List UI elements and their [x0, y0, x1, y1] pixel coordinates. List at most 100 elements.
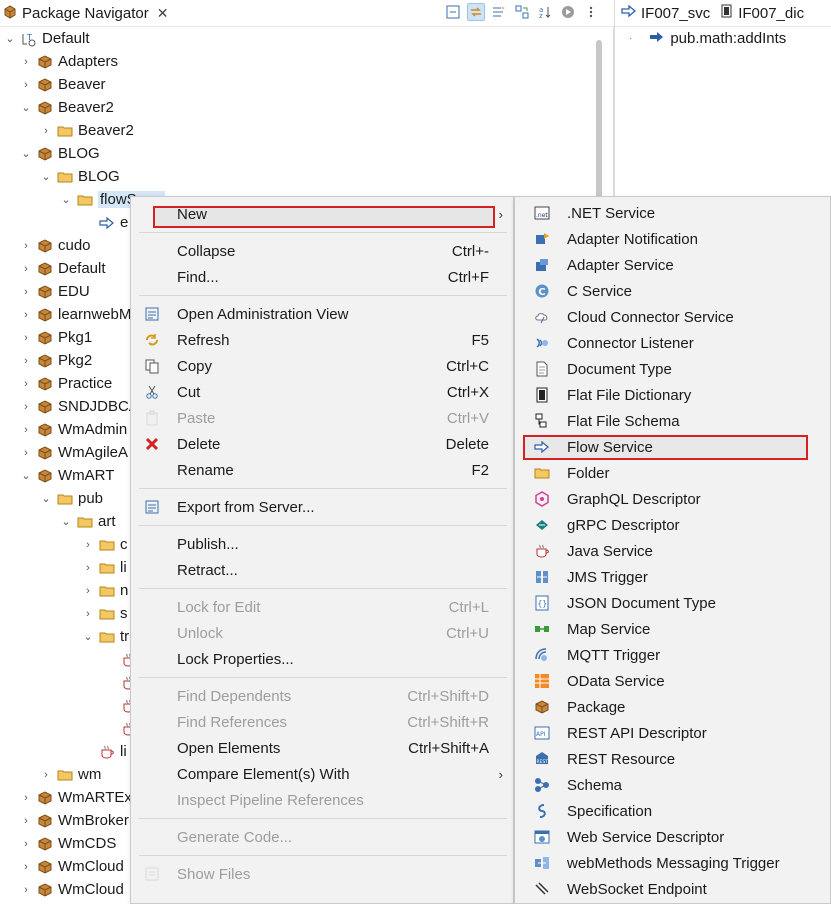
- chevron-down-icon[interactable]: ⌄: [20, 469, 32, 482]
- menu-item-export-from-server[interactable]: Export from Server...: [131, 494, 515, 520]
- menu-item-find[interactable]: Find... Ctrl+F: [131, 264, 515, 290]
- tree-node[interactable]: li: [82, 740, 127, 763]
- menu-item-open-administration-view[interactable]: Open Administration View: [131, 301, 515, 327]
- menu-item-open-elements[interactable]: Open Elements Ctrl+Shift+A: [131, 735, 515, 761]
- new-item-folder[interactable]: Folder: [515, 460, 831, 486]
- invoke-step[interactable]: · pub.math:addInts: [615, 30, 786, 47]
- new-item-c-service[interactable]: C C Service: [515, 278, 831, 304]
- chevron-down-icon[interactable]: ⌄: [40, 492, 52, 505]
- navigator-scrollbar[interactable]: [596, 40, 602, 200]
- new-item-mqtt-trigger[interactable]: MQTT Trigger: [515, 642, 831, 668]
- collapse-all-icon[interactable]: [444, 3, 462, 21]
- menu-item-compare-element-s-with[interactable]: Compare Element(s) With ›: [131, 761, 515, 787]
- new-item-map-service[interactable]: Map Service: [515, 616, 831, 642]
- refresh-icon[interactable]: [513, 3, 531, 21]
- new-item-java-service[interactable]: Java Service: [515, 538, 831, 564]
- tree-node[interactable]: › Pkg1: [20, 326, 92, 349]
- chevron-right-icon[interactable]: ›: [20, 332, 32, 344]
- tree-node[interactable]: › learnwebM: [20, 303, 131, 326]
- menu-item-cut[interactable]: Cut Ctrl+X: [131, 379, 515, 405]
- new-item-graphql-descriptor[interactable]: GraphQL Descriptor: [515, 486, 831, 512]
- menu-item-rename[interactable]: Rename F2: [131, 457, 515, 483]
- chevron-right-icon[interactable]: ›: [82, 539, 94, 551]
- chevron-right-icon[interactable]: ›: [20, 263, 32, 275]
- chevron-right-icon[interactable]: ›: [20, 286, 32, 298]
- tree-node[interactable]: › Practice: [20, 372, 112, 395]
- tree-node[interactable]: › Pkg2: [20, 349, 92, 372]
- tree-node[interactable]: › wm: [40, 763, 101, 786]
- tree-node[interactable]: ⌄ BLOG: [20, 142, 99, 165]
- new-item-package[interactable]: Package: [515, 694, 831, 720]
- menu-item-lock-properties[interactable]: Lock Properties...: [131, 646, 515, 672]
- chevron-right-icon[interactable]: ›: [20, 792, 32, 804]
- chevron-right-icon[interactable]: ›: [20, 884, 32, 896]
- new-item-flow-service[interactable]: Flow Service: [515, 434, 831, 460]
- chevron-right-icon[interactable]: ›: [20, 815, 32, 827]
- new-item-net-service[interactable]: .net .NET Service: [515, 200, 831, 226]
- chevron-right-icon[interactable]: ›: [20, 447, 32, 459]
- chevron-down-icon[interactable]: ⌄: [60, 515, 72, 528]
- tree-node[interactable]: › Adapters: [20, 50, 118, 73]
- tree-node[interactable]: › WmCloud: [20, 878, 124, 901]
- new-item-flat-file-dictionary[interactable]: Flat File Dictionary: [515, 382, 831, 408]
- new-item-adapter-service[interactable]: Adapter Service: [515, 252, 831, 278]
- menu-item-collapse[interactable]: Collapse Ctrl+-: [131, 238, 515, 264]
- chevron-down-icon[interactable]: ⌄: [4, 32, 16, 45]
- tree-node[interactable]: ⌄ WmART: [20, 464, 114, 487]
- tree-node[interactable]: › WmAgileA: [20, 441, 128, 464]
- tree-node[interactable]: ⌄ art: [60, 510, 115, 533]
- new-item-rest-api-descriptor[interactable]: API REST API Descriptor: [515, 720, 831, 746]
- chevron-right-icon[interactable]: ›: [20, 401, 32, 413]
- new-item-odata-service[interactable]: OData Service: [515, 668, 831, 694]
- new-item-webmethods-messaging-trigger[interactable]: webMethods Messaging Trigger: [515, 850, 831, 876]
- chevron-right-icon[interactable]: ›: [20, 240, 32, 252]
- new-item-json-document-type[interactable]: {} JSON Document Type: [515, 590, 831, 616]
- tab-package-navigator[interactable]: Package Navigator ✕: [0, 0, 168, 27]
- tree-node[interactable]: ⌄ BLOG: [40, 165, 119, 188]
- view-menu-icon[interactable]: [582, 3, 600, 21]
- tree-node[interactable]: › WmCloud: [20, 855, 124, 878]
- tree-node[interactable]: › s: [82, 602, 127, 625]
- editor-tab-if007-dic[interactable]: IF007_dic: [720, 4, 804, 22]
- new-item-cloud-connector-service[interactable]: Cloud Connector Service: [515, 304, 831, 330]
- chevron-right-icon[interactable]: ›: [20, 309, 32, 321]
- chevron-right-icon[interactable]: ›: [20, 424, 32, 436]
- tree-node[interactable]: › Beaver: [20, 73, 105, 96]
- menu-item-new[interactable]: New ›: [131, 201, 515, 227]
- chevron-down-icon[interactable]: ⌄: [20, 147, 32, 160]
- menu-item-copy[interactable]: Copy Ctrl+C: [131, 353, 515, 379]
- chevron-down-icon[interactable]: ⌄: [40, 170, 52, 183]
- chevron-right-icon[interactable]: ›: [82, 608, 94, 620]
- chevron-down-icon[interactable]: ⌄: [60, 193, 72, 206]
- chevron-right-icon[interactable]: ›: [82, 562, 94, 574]
- chevron-right-icon[interactable]: ›: [20, 355, 32, 367]
- link-editor-icon[interactable]: [467, 3, 485, 21]
- tree-node[interactable]: e: [82, 211, 128, 234]
- new-item-specification[interactable]: Specification: [515, 798, 831, 824]
- new-item-grpc-descriptor[interactable]: gRPC Descriptor: [515, 512, 831, 538]
- tree-node[interactable]: › SNDJDBCA: [20, 395, 139, 418]
- tree-node[interactable]: › WmCDS: [20, 832, 116, 855]
- chevron-right-icon[interactable]: ›: [20, 838, 32, 850]
- new-item-flat-file-schema[interactable]: Flat File Schema: [515, 408, 831, 434]
- chevron-right-icon[interactable]: ›: [82, 585, 94, 597]
- tree-node[interactable]: › Default: [20, 257, 105, 280]
- chevron-down-icon[interactable]: ⌄: [20, 101, 32, 114]
- tree-node[interactable]: ⌄ Beaver2: [20, 96, 113, 119]
- tree-node[interactable]: › c: [82, 533, 127, 556]
- tree-node[interactable]: ⌄ T Default: [4, 27, 89, 50]
- tree-node[interactable]: › Beaver2: [40, 119, 134, 142]
- new-item-document-type[interactable]: Document Type: [515, 356, 831, 382]
- tree-node[interactable]: › n: [82, 579, 128, 602]
- tree-node[interactable]: ⌄ tr: [82, 625, 129, 648]
- new-item-adapter-notification[interactable]: Adapter Notification: [515, 226, 831, 252]
- run-icon[interactable]: [559, 3, 577, 21]
- new-item-connector-listener[interactable]: Connector Listener: [515, 330, 831, 356]
- chevron-right-icon[interactable]: ›: [40, 125, 52, 137]
- chevron-right-icon[interactable]: ›: [20, 861, 32, 873]
- new-item-websocket-endpoint[interactable]: WebSocket Endpoint: [515, 876, 831, 902]
- chevron-right-icon[interactable]: ›: [20, 56, 32, 68]
- tree-node[interactable]: › WmARTEx: [20, 786, 132, 809]
- tree-node[interactable]: › WmBroker: [20, 809, 129, 832]
- close-icon[interactable]: ✕: [157, 5, 169, 22]
